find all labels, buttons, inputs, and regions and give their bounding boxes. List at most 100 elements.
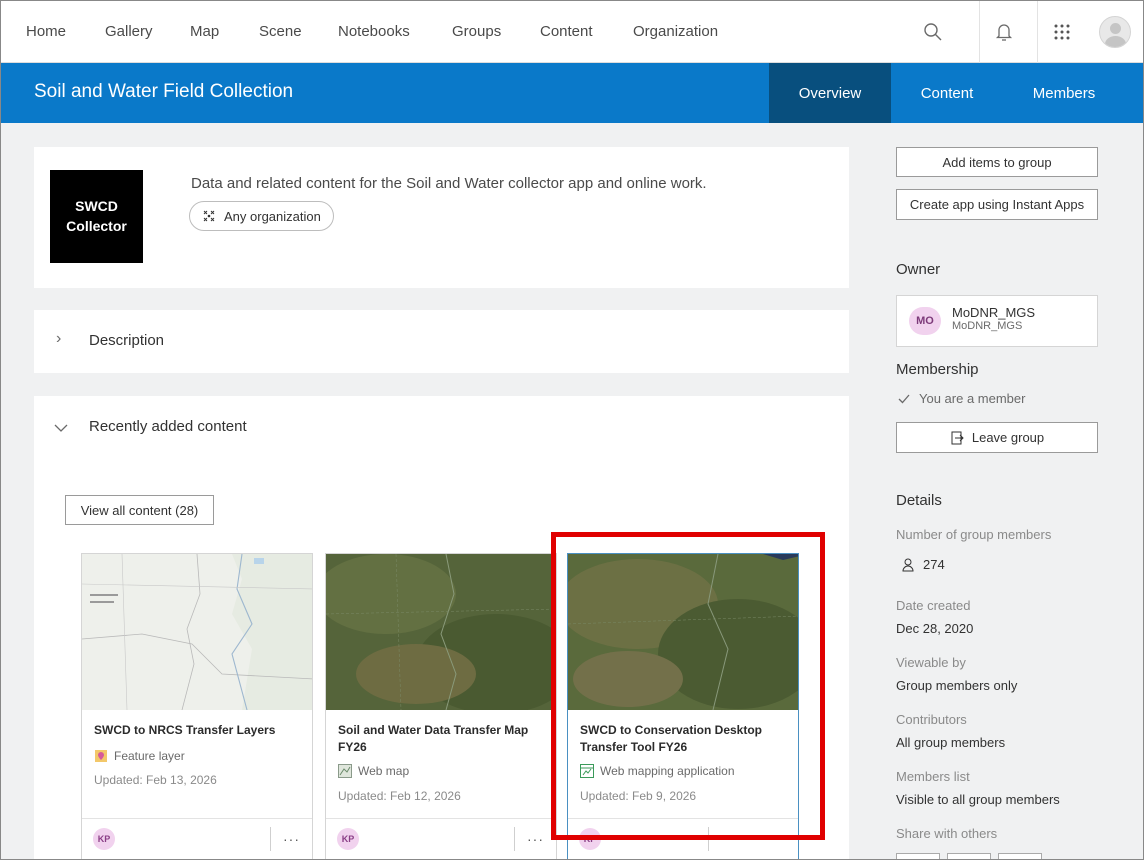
chevron-down-icon[interactable] xyxy=(54,423,68,433)
membership-status: You are a member xyxy=(898,391,1025,406)
date-created-value: Dec 28, 2020 xyxy=(896,621,974,636)
item-card[interactable]: Soil and Water Data Transfer Map FY26 We… xyxy=(325,553,557,859)
owner-username: MoDNR_MGS xyxy=(952,320,1023,332)
group-header: Soil and Water Field Collection Overview… xyxy=(1,63,1143,123)
item-title[interactable]: SWCD to NRCS Transfer Layers xyxy=(94,722,304,739)
item-type-label: Web mapping application xyxy=(600,764,735,778)
owner-heading: Owner xyxy=(896,261,941,278)
group-summary-card: SWCD Collector Data and related content … xyxy=(34,147,849,288)
members-count-value: 274 xyxy=(923,557,945,572)
item-thumbnail[interactable] xyxy=(568,554,798,710)
contributors-value: All group members xyxy=(896,735,1006,750)
owner-card[interactable]: MO MoDNR_MGS MoDNR_MGS xyxy=(896,295,1098,347)
item-card[interactable]: SWCD to NRCS Transfer Layers Feature lay… xyxy=(81,553,313,859)
chevron-right-icon: › xyxy=(56,330,62,347)
web-app-icon xyxy=(580,764,594,778)
search-icon xyxy=(924,23,942,41)
ellipsis-icon: ··· xyxy=(283,831,300,847)
nav-organization[interactable]: Organization xyxy=(633,23,718,40)
leave-group-icon xyxy=(951,431,964,444)
nav-map[interactable]: Map xyxy=(190,23,219,40)
details-heading: Details xyxy=(896,492,942,509)
more-options-button[interactable] xyxy=(708,827,750,851)
item-updated: Updated: Feb 13, 2026 xyxy=(94,773,217,787)
share-button-3[interactable] xyxy=(998,853,1042,859)
more-options-button[interactable]: ··· xyxy=(270,827,312,851)
item-type-label: Feature layer xyxy=(114,749,185,763)
bell-icon xyxy=(995,24,1012,41)
item-type-label: Web map xyxy=(358,764,410,778)
share-button-2[interactable] xyxy=(947,853,991,859)
item-card-footer: KP ··· xyxy=(82,818,312,859)
item-type: Feature layer xyxy=(94,749,185,763)
checkmark-icon xyxy=(898,394,910,403)
members-list-value: Visible to all group members xyxy=(896,792,1060,807)
members-count-label: Number of group members xyxy=(896,527,1052,542)
members-list-label: Members list xyxy=(896,769,970,784)
owner-name: MoDNR_MGS xyxy=(952,305,1036,320)
viewable-label: Viewable by xyxy=(896,655,966,670)
owner-avatar[interactable]: KP xyxy=(579,828,601,850)
search-button[interactable] xyxy=(909,1,957,63)
item-updated: Updated: Feb 12, 2026 xyxy=(338,789,461,803)
nav-content[interactable]: Content xyxy=(540,23,593,40)
group-logo: SWCD Collector xyxy=(50,170,143,263)
nav-groups[interactable]: Groups xyxy=(452,23,501,40)
app-launcher-button[interactable] xyxy=(1037,1,1085,63)
item-card-selected[interactable]: SWCD to Conservation Desktop Transfer To… xyxy=(567,553,799,859)
members-count[interactable]: 274 xyxy=(902,557,945,572)
nav-gallery[interactable]: Gallery xyxy=(105,23,153,40)
item-card-footer: KP xyxy=(568,818,798,859)
item-card-footer: KP ··· xyxy=(326,818,556,859)
tab-members[interactable]: Members xyxy=(1011,63,1117,123)
app-grid-icon xyxy=(1054,24,1069,40)
nav-home[interactable]: Home xyxy=(26,23,66,40)
view-all-content-button[interactable]: View all content (28) xyxy=(65,495,214,525)
description-label: Description xyxy=(89,332,165,349)
item-title[interactable]: SWCD to Conservation Desktop Transfer To… xyxy=(580,722,790,756)
contributors-label: Contributors xyxy=(896,712,967,727)
date-created-label: Date created xyxy=(896,598,971,613)
leave-group-label: Leave group xyxy=(971,430,1045,445)
item-thumbnail[interactable] xyxy=(82,554,312,710)
app-frame: Home Gallery Map Scene Notebooks Groups … xyxy=(0,0,1144,860)
nav-notebooks[interactable]: Notebooks xyxy=(338,23,410,40)
recent-content-label: Recently added content xyxy=(89,418,247,435)
item-type: Web map xyxy=(338,764,409,778)
logo-text-line1: SWCD xyxy=(75,198,118,214)
user-icon xyxy=(902,558,914,571)
web-map-icon xyxy=(338,764,352,778)
nav-scene[interactable]: Scene xyxy=(259,23,302,40)
membership-status-label: You are a member xyxy=(919,391,1026,406)
user-avatar xyxy=(1099,16,1131,48)
tab-content[interactable]: Content xyxy=(891,63,1003,123)
group-title: Soil and Water Field Collection xyxy=(34,81,294,102)
add-items-button[interactable]: Add items to group xyxy=(896,147,1098,177)
owner-avatar[interactable]: KP xyxy=(93,828,115,850)
access-chip-label: Any organization xyxy=(224,208,321,224)
notifications-button[interactable] xyxy=(979,1,1027,63)
leave-group-button[interactable]: Leave group xyxy=(896,422,1098,453)
owner-avatar[interactable]: KP xyxy=(337,828,359,850)
user-menu-button[interactable] xyxy=(1091,1,1139,63)
item-type: Web mapping application xyxy=(580,764,735,778)
membership-heading: Membership xyxy=(896,361,979,378)
description-section[interactable]: › Description xyxy=(34,310,849,373)
logo-text-line2: Collector xyxy=(66,218,127,234)
feature-layer-icon xyxy=(95,750,107,762)
item-thumbnail[interactable] xyxy=(326,554,556,710)
ellipsis-icon: ··· xyxy=(527,831,544,847)
more-options-button[interactable]: ··· xyxy=(514,827,556,851)
share-label: Share with others xyxy=(896,826,998,841)
share-button-1[interactable] xyxy=(896,853,940,859)
access-chip[interactable]: Any organization xyxy=(189,201,334,231)
tab-overview[interactable]: Overview xyxy=(769,63,891,123)
item-updated: Updated: Feb 9, 2026 xyxy=(580,789,697,803)
viewable-value: Group members only xyxy=(896,678,1018,693)
owner-avatar: MO xyxy=(909,307,941,335)
item-title[interactable]: Soil and Water Data Transfer Map FY26 xyxy=(338,722,548,756)
top-navigation: Home Gallery Map Scene Notebooks Groups … xyxy=(1,1,1143,63)
organization-sharing-icon xyxy=(203,210,215,222)
group-summary: Data and related content for the Soil an… xyxy=(191,175,707,192)
create-app-button[interactable]: Create app using Instant Apps xyxy=(896,189,1098,220)
